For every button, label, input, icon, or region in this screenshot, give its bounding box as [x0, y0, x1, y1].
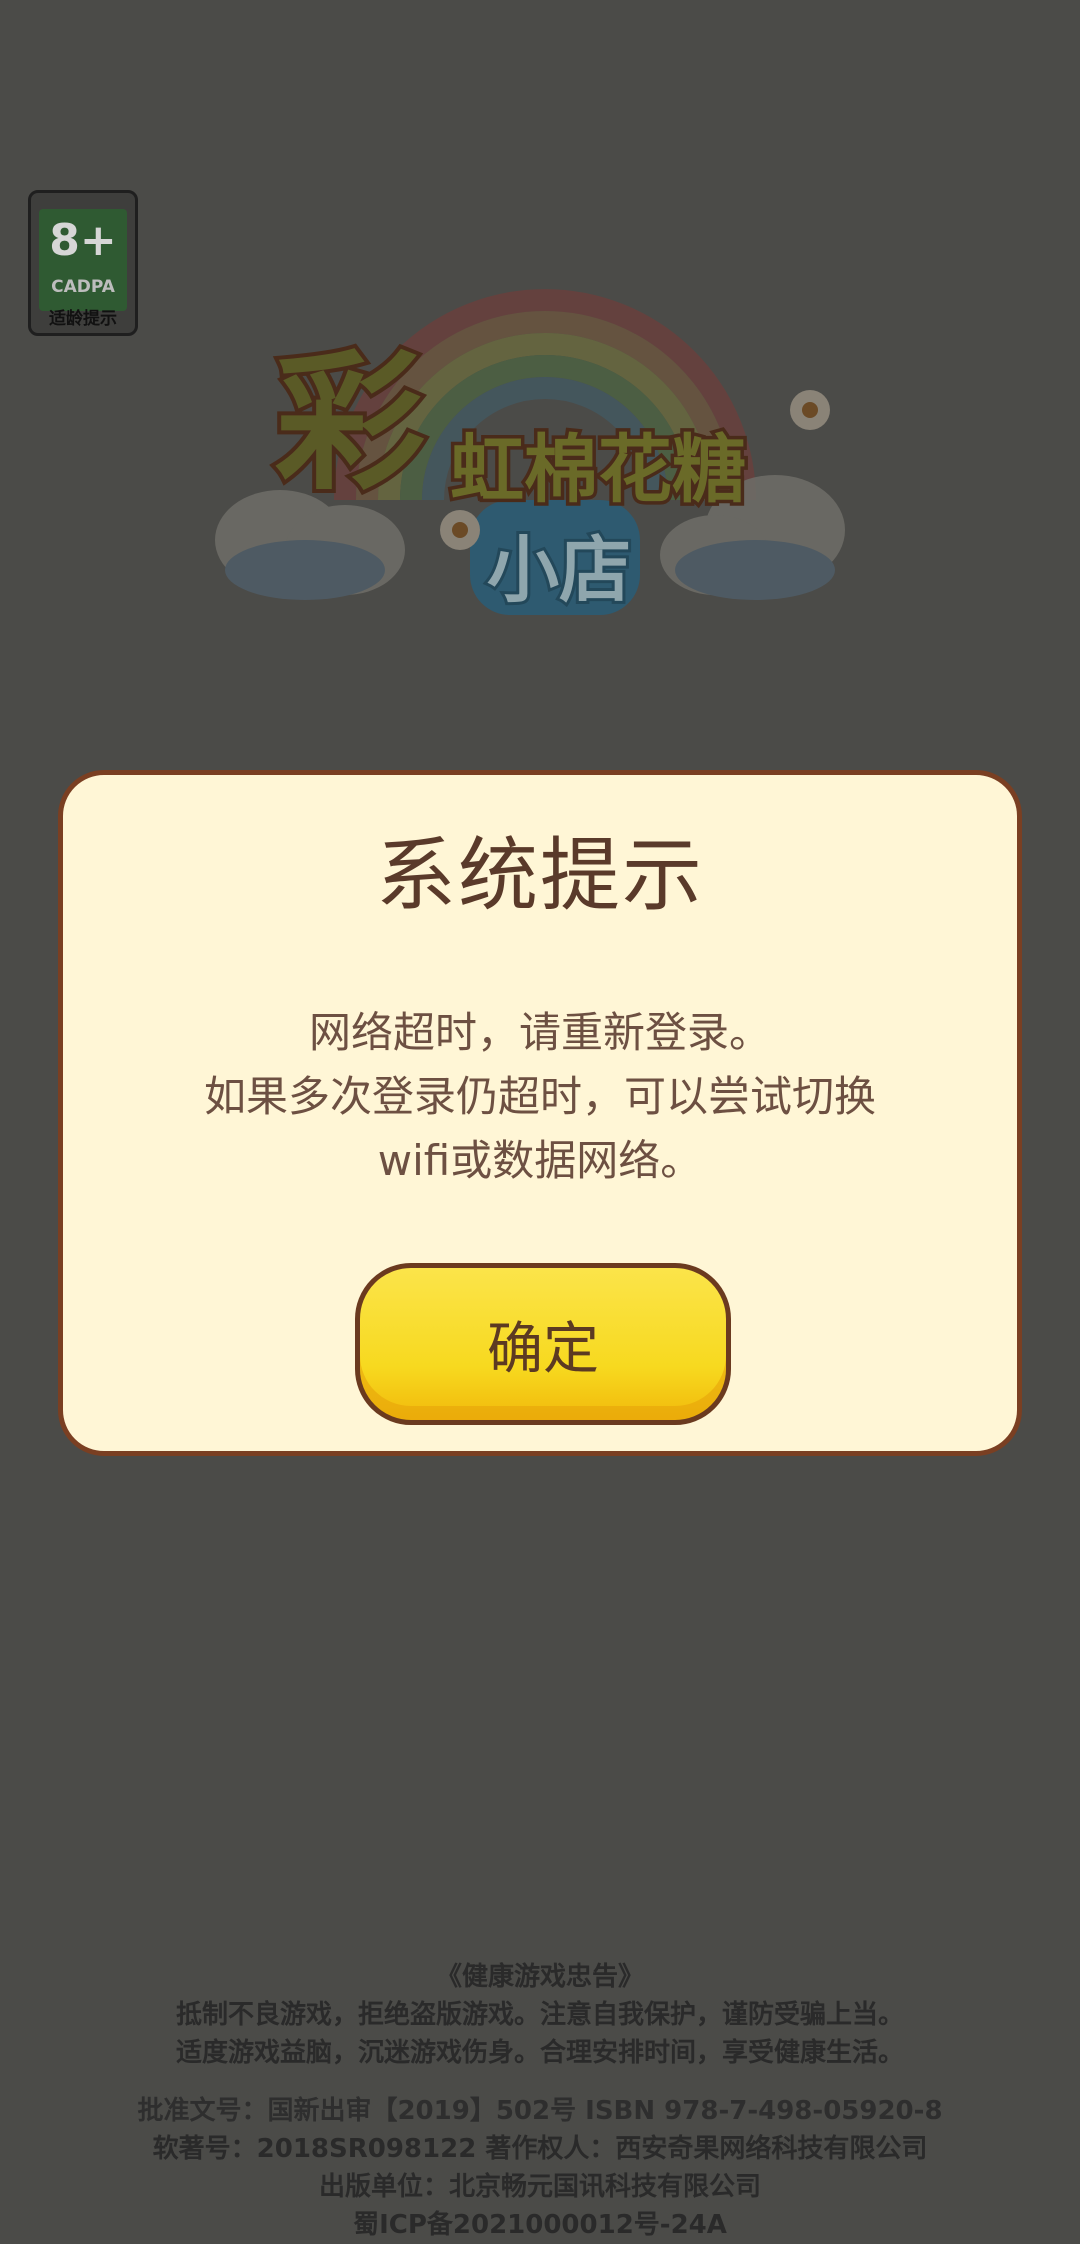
icp-number: 蜀ICP备2021000012号-24A	[353, 2210, 727, 2240]
age-rating-value: 8+	[49, 215, 117, 266]
approval-number: 批准文号：国新出审【2019】502号 ISBN 978-7-498-05920…	[137, 2096, 943, 2126]
dialog-title: 系统提示	[376, 829, 704, 922]
logo-line1: 虹棉花糖	[450, 427, 746, 513]
confirm-button[interactable]: 确定	[355, 1263, 731, 1425]
system-dialog: 系统提示 网络超时，请重新登录。 如果多次登录仍超时，可以尝试切换 wifi或数…	[58, 770, 1022, 1456]
software-copyright: 软著号：2018SR098122 著作权人：西安奇果网络科技有限公司	[152, 2134, 928, 2164]
footer-notice: 《健康游戏忠告》 抵制不良游戏，拒绝盗版游戏。注意自我保护，谨防受骗上当。 适度…	[0, 1958, 1080, 2244]
dialog-message-line: 网络超时，请重新登录。	[308, 1008, 771, 1057]
age-rating-badge: 8+ CADPA 适龄提示	[28, 190, 138, 336]
health-advisory-title: 《健康游戏忠告》	[435, 1962, 644, 1992]
publisher: 出版单位：北京畅元国讯科技有限公司	[318, 2172, 761, 2202]
health-advisory-line: 抵制不良游戏，拒绝盗版游戏。注意自我保护，谨防受骗上当。	[175, 2000, 904, 2030]
health-advisory-line: 适度游戏益脑，沉迷游戏伤身。合理安排时间，享受健康生活。	[175, 2038, 904, 2068]
age-rating-org: CADPA	[51, 277, 115, 297]
dialog-message-line: wifi或数据网络。	[377, 1136, 703, 1185]
dialog-message: 网络超时，请重新登录。 如果多次登录仍超时，可以尝试切换 wifi或数据网络。	[173, 1001, 907, 1193]
game-logo: 彩 虹棉花糖 小店	[215, 289, 845, 615]
logo-line2: 小店	[487, 528, 631, 612]
logo-main-char: 彩	[275, 337, 425, 511]
age-rating-tip: 适龄提示	[49, 309, 117, 329]
dialog-message-line: 如果多次登录仍超时，可以尝试切换	[203, 1072, 876, 1121]
